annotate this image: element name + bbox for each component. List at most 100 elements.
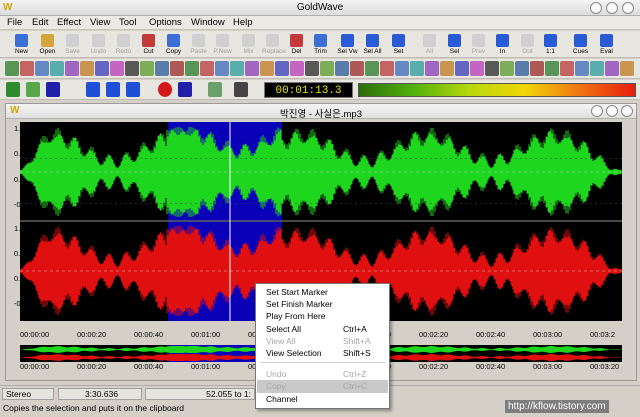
menu-help[interactable]: Help — [233, 17, 253, 28]
effect-icon[interactable] — [605, 61, 619, 76]
effect-icon[interactable] — [590, 61, 604, 76]
effect-icon[interactable] — [320, 61, 334, 76]
effect-icon[interactable] — [155, 61, 169, 76]
effect-icon[interactable] — [200, 61, 214, 76]
effect-icon[interactable] — [440, 61, 454, 76]
toolbar-sel-vw-button[interactable]: Sel Vw — [337, 32, 358, 57]
toolbar-all-button[interactable]: All — [419, 32, 440, 57]
toolbar-del-button[interactable]: Del — [286, 32, 307, 57]
play-selection-icon[interactable] — [26, 82, 40, 97]
effect-icon[interactable] — [365, 61, 379, 76]
toolbar-replace-button[interactable]: Replace — [262, 32, 286, 57]
record-mode-icon[interactable] — [234, 82, 248, 97]
toolbar-set-button[interactable]: Set — [388, 32, 409, 57]
effect-icon[interactable] — [470, 61, 484, 76]
effect-icon[interactable] — [575, 61, 589, 76]
effect-icon[interactable] — [425, 61, 439, 76]
menu-options[interactable]: Options — [149, 17, 182, 28]
toolbar-paste-button[interactable]: Paste — [188, 32, 209, 57]
stop-record-icon[interactable] — [178, 82, 192, 97]
toolbar-mix-button[interactable]: Mix — [238, 32, 259, 57]
effect-icon[interactable] — [455, 61, 469, 76]
effect-icon[interactable] — [65, 61, 79, 76]
context-menu-view-all[interactable]: View All Shift+A — [257, 335, 388, 348]
record-icon[interactable] — [158, 82, 172, 97]
menu-tool[interactable]: Tool — [119, 17, 136, 28]
menu-view[interactable]: View — [90, 17, 110, 28]
effect-icon[interactable] — [545, 61, 559, 76]
stop-icon[interactable] — [46, 82, 60, 97]
context-menu-copy[interactable]: Copy Ctrl+C — [257, 380, 388, 393]
effect-icon[interactable] — [230, 61, 244, 76]
menu-effect[interactable]: Effect — [57, 17, 81, 28]
toolbar-cues-button[interactable]: Cues — [570, 32, 591, 57]
toolbar-redo-button[interactable]: Redo — [113, 32, 134, 57]
toolbar-undo-button[interactable]: Undo — [88, 32, 109, 57]
effect-icon[interactable] — [260, 61, 274, 76]
effect-icon[interactable] — [170, 61, 184, 76]
toolbar-replace-icon — [266, 34, 279, 47]
toolbar-p-new-button[interactable]: P.New — [212, 32, 233, 57]
monitor-icon[interactable] — [208, 82, 222, 97]
effect-icon[interactable] — [245, 61, 259, 76]
toolbar-new-button[interactable]: New — [11, 32, 32, 57]
close-button[interactable] — [622, 2, 634, 14]
document-maximize-button[interactable] — [606, 105, 618, 117]
document-close-button[interactable] — [621, 105, 633, 117]
toolbar-copy-button[interactable]: Copy — [163, 32, 184, 57]
effect-icon[interactable] — [95, 61, 109, 76]
toolbar-1-1-button[interactable]: 1:1 — [540, 32, 561, 57]
menu-edit[interactable]: Edit — [32, 17, 48, 28]
effect-icon[interactable] — [185, 61, 199, 76]
effect-icon[interactable] — [335, 61, 349, 76]
effect-icon[interactable] — [20, 61, 34, 76]
rewind-icon[interactable] — [86, 82, 100, 97]
effect-icon[interactable] — [350, 61, 364, 76]
effect-icon[interactable] — [35, 61, 49, 76]
effect-icon[interactable] — [410, 61, 424, 76]
effect-icon[interactable] — [305, 61, 319, 76]
context-menu-channel[interactable]: Channel — [257, 393, 388, 406]
effect-icon[interactable] — [80, 61, 94, 76]
pause-icon[interactable] — [126, 82, 140, 97]
context-menu-undo[interactable]: Undo Ctrl+Z — [257, 368, 388, 381]
toolbar-trim-button[interactable]: Trim — [310, 32, 331, 57]
effect-icon[interactable] — [515, 61, 529, 76]
effect-icon[interactable] — [5, 61, 19, 76]
context-menu-play-from-here[interactable]: Play From Here — [257, 310, 388, 323]
effect-icon[interactable] — [485, 61, 499, 76]
context-menu-view-selection[interactable]: View Selection Shift+S — [257, 347, 388, 360]
effect-icon[interactable] — [620, 61, 634, 76]
effect-icon[interactable] — [530, 61, 544, 76]
maximize-button[interactable] — [606, 2, 618, 14]
fast-forward-icon[interactable] — [106, 82, 120, 97]
effect-icon[interactable] — [140, 61, 154, 76]
effect-icon[interactable] — [380, 61, 394, 76]
effect-icon[interactable] — [110, 61, 124, 76]
toolbar-save-button[interactable]: Save — [62, 32, 83, 57]
effect-icon[interactable] — [290, 61, 304, 76]
minimize-button[interactable] — [590, 2, 602, 14]
toolbar-cut-button[interactable]: Cut — [138, 32, 159, 57]
effect-icon[interactable] — [215, 61, 229, 76]
effect-icon[interactable] — [50, 61, 64, 76]
menu-window[interactable]: Window — [191, 17, 225, 28]
toolbar-sel-button[interactable]: Sel — [444, 32, 465, 57]
toolbar-in-button[interactable]: In — [492, 32, 513, 57]
play-icon[interactable] — [6, 82, 20, 97]
context-menu-select-all[interactable]: Select All Ctrl+A — [257, 323, 388, 336]
context-menu-set-finish-marker[interactable]: Set Finish Marker — [257, 298, 388, 311]
effect-icon[interactable] — [395, 61, 409, 76]
toolbar-eval-button[interactable]: Eval — [596, 32, 617, 57]
document-minimize-button[interactable] — [591, 105, 603, 117]
toolbar-open-button[interactable]: Open — [37, 32, 58, 57]
toolbar-prev-button[interactable]: Prev — [468, 32, 489, 57]
effect-icon[interactable] — [275, 61, 289, 76]
context-menu-set-start-marker[interactable]: Set Start Marker — [257, 286, 388, 299]
effect-icon[interactable] — [560, 61, 574, 76]
toolbar-sel-all-button[interactable]: Sel All — [362, 32, 383, 57]
effect-icon[interactable] — [125, 61, 139, 76]
effect-icon[interactable] — [500, 61, 514, 76]
toolbar-out-button[interactable]: Out — [517, 32, 538, 57]
menu-file[interactable]: File — [7, 17, 22, 28]
